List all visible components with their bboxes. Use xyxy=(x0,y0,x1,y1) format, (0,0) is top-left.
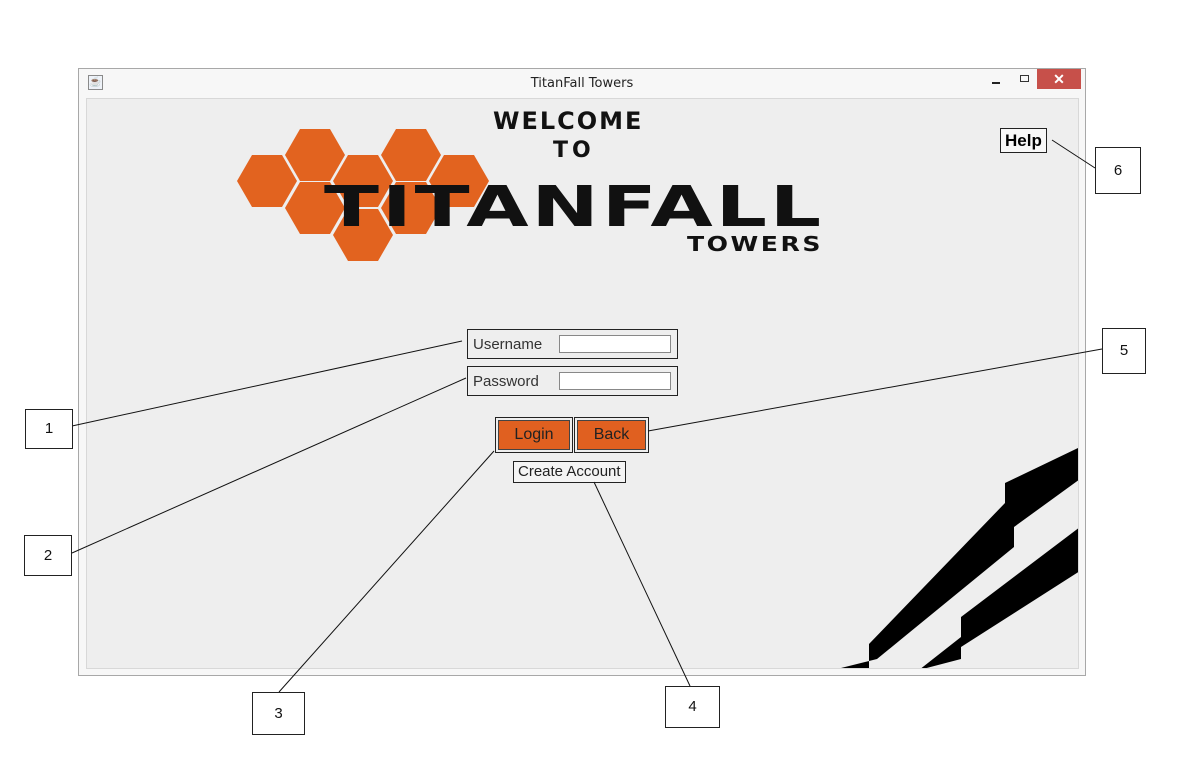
client-area: WELCOME TO TITANFALL TOWERS Help Usernam… xyxy=(86,98,1079,669)
to-text: TO xyxy=(553,138,595,163)
create-account-button[interactable]: Create Account xyxy=(513,461,626,483)
password-label: Password xyxy=(473,373,539,390)
back-button[interactable]: Back xyxy=(577,420,646,450)
welcome-text: WELCOME xyxy=(493,107,643,135)
callout-3: 3 xyxy=(252,692,305,735)
brand-text: TITANFALL xyxy=(324,175,824,240)
minimize-button[interactable] xyxy=(985,69,1007,89)
callout-5: 5 xyxy=(1102,328,1146,374)
username-input[interactable] xyxy=(559,335,671,353)
decorative-stripes xyxy=(841,447,1078,668)
callout-1: 1 xyxy=(25,409,73,449)
callout-6: 6 xyxy=(1095,147,1141,194)
callout-2: 2 xyxy=(24,535,72,576)
maximize-button[interactable] xyxy=(1013,69,1035,89)
help-button[interactable]: Help xyxy=(1000,128,1047,153)
window-title: TitanFall Towers xyxy=(530,76,634,91)
callout-4: 4 xyxy=(665,686,720,728)
password-row: Password xyxy=(467,366,678,396)
close-button[interactable]: ✕ xyxy=(1037,69,1081,89)
password-input[interactable] xyxy=(559,372,671,390)
username-row: Username xyxy=(467,329,678,359)
app-window: ☕ TitanFall Towers ✕ WELCOME TO TITANFAL… xyxy=(78,68,1086,676)
login-button-frame: Login xyxy=(495,417,573,453)
title-bar[interactable]: ☕ TitanFall Towers ✕ xyxy=(79,69,1085,97)
login-button[interactable]: Login xyxy=(498,420,570,450)
back-button-frame: Back xyxy=(574,417,649,453)
towers-text: TOWERS xyxy=(687,232,823,256)
username-label: Username xyxy=(473,336,543,353)
